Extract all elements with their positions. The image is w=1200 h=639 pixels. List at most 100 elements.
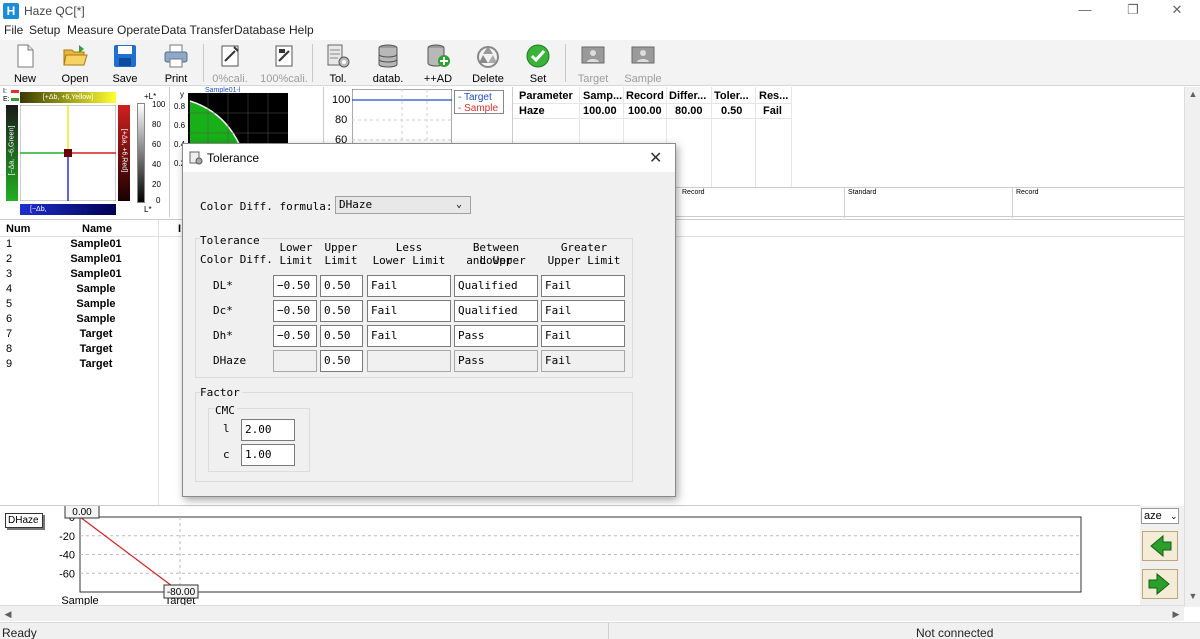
target-button[interactable]: Target	[568, 40, 618, 86]
full-calibration-button[interactable]: 100%cali.	[256, 40, 312, 86]
menu-setup[interactable]: Setup	[29, 23, 60, 37]
factor-l-input[interactable]: 2.00	[241, 419, 295, 441]
compare-header-standard: Standard	[848, 189, 877, 196]
scroll-left-icon[interactable]: ◀	[0, 609, 16, 620]
tolerance-button[interactable]: Tol.	[313, 40, 363, 86]
dl-star-upper-field[interactable]: 0.50	[320, 275, 363, 297]
list-item-num[interactable]: 6	[6, 313, 12, 325]
restore-button[interactable]: ❐	[1110, 0, 1156, 22]
result-cell: 80.00	[675, 105, 703, 117]
list-item-name[interactable]: Target	[60, 358, 132, 370]
dc-star-upper-field[interactable]: 0.50	[320, 300, 363, 322]
list-item-name[interactable]: Target	[60, 343, 132, 355]
sample-person-icon	[631, 46, 655, 64]
dh-star-between-field[interactable]: Pass	[454, 325, 538, 347]
list-item-name[interactable]: Sample	[60, 283, 132, 295]
tolerance-column-header: Limit	[279, 254, 313, 267]
dc-star-greater-field[interactable]: Fail	[541, 300, 625, 322]
dh-star-lower-field[interactable]: −0.50	[273, 325, 317, 347]
sample-button[interactable]: Sample	[618, 40, 668, 86]
vertical-scrollbar[interactable]: ▲ ▼	[1184, 87, 1200, 607]
list-header-name[interactable]: Name	[82, 223, 112, 235]
tolerance-column-header: Upper Limit	[547, 254, 621, 267]
database-button[interactable]: datab.	[363, 40, 413, 86]
menu-database[interactable]: Database	[234, 23, 285, 37]
formula-select[interactable]: DHaze ⌄	[335, 196, 471, 214]
new-button[interactable]: New	[0, 40, 50, 86]
menu-file[interactable]: File	[4, 23, 23, 37]
dc-star-lower-field[interactable]: −0.50	[273, 300, 317, 322]
bottom-chart-panel: DHaze 0-20-40-60SampleTarget0.00-80.00	[0, 505, 1140, 606]
scroll-up-icon[interactable]: ▲	[1185, 89, 1200, 99]
dc-star-less-field[interactable]: Fail	[367, 300, 451, 322]
add-database-button[interactable]: ++AD	[413, 40, 463, 86]
dhaze-lower-field	[273, 350, 317, 372]
list-header-extra[interactable]: I	[178, 223, 181, 235]
dl-star-greater-field[interactable]: Fail	[541, 275, 625, 297]
delete-button[interactable]: Delete	[463, 40, 513, 86]
zero-calibration-button[interactable]: 0%cali.	[205, 40, 255, 86]
y-tick-label: -40	[59, 550, 75, 562]
result-cell: 100.00	[628, 105, 662, 117]
list-item-name[interactable]: Sample	[60, 298, 132, 310]
tolerance-column-header: Less	[395, 241, 423, 254]
list-item-num[interactable]: 5	[6, 298, 12, 310]
menu-measure-operate[interactable]: Measure Operate	[67, 23, 160, 37]
close-window-button[interactable]: ✕	[1154, 0, 1200, 22]
menu-help[interactable]: Help	[289, 23, 314, 37]
result-header-difference[interactable]: Differ...	[669, 90, 706, 102]
tolerance-row-label: DL*	[213, 279, 233, 292]
arrow-left-icon	[1150, 534, 1172, 558]
y-tick-label: -60	[59, 568, 75, 580]
factor-c-input[interactable]: 1.00	[241, 444, 295, 466]
dialog-close-button[interactable]: ✕	[649, 148, 662, 168]
dh-star-upper-field[interactable]: 0.50	[320, 325, 363, 347]
spectrum-y-tick: 0.8	[174, 102, 186, 111]
list-item-num[interactable]: 1	[6, 238, 12, 250]
list-item-name[interactable]: Target	[60, 328, 132, 340]
save-button[interactable]: Save	[100, 40, 150, 86]
result-header-result[interactable]: Res...	[759, 90, 788, 102]
lightness-tick: 40	[152, 160, 161, 169]
dc-star-between-field[interactable]: Qualified	[454, 300, 538, 322]
dhaze-upper-field[interactable]: 0.50	[320, 350, 363, 372]
list-item-name[interactable]: Sample01	[60, 253, 132, 265]
series-selector[interactable]: aze ⌄	[1141, 508, 1179, 524]
open-button[interactable]: Open	[50, 40, 100, 86]
chevron-down-icon: ⌄	[456, 199, 463, 210]
print-button[interactable]: Print	[151, 40, 201, 86]
result-header-tolerance[interactable]: Toler...	[714, 90, 749, 102]
previous-button[interactable]	[1142, 531, 1178, 561]
toolbar-separator	[565, 44, 566, 82]
list-item-num[interactable]: 9	[6, 358, 12, 370]
list-item-num[interactable]: 8	[6, 343, 12, 355]
factor-l-label: l	[223, 422, 230, 435]
scroll-right-icon[interactable]: ▶	[1168, 609, 1184, 620]
result-header-sample[interactable]: Samp...	[583, 90, 622, 102]
dl-star-lower-field[interactable]: −0.50	[273, 275, 317, 297]
menu-data-transfer[interactable]: Data Transfer	[161, 23, 234, 37]
list-item-name[interactable]: Sample01	[60, 238, 132, 250]
horizontal-scrollbar[interactable]: ◀ ▶	[0, 605, 1184, 621]
result-header-parameter[interactable]: Parameter	[519, 90, 573, 102]
formula-select-value: DHaze	[339, 198, 373, 211]
list-item-num[interactable]: 2	[6, 253, 12, 265]
dh-star-greater-field[interactable]: Fail	[541, 325, 625, 347]
list-header-num[interactable]: Num	[6, 223, 30, 235]
set-button[interactable]: Set	[513, 40, 563, 86]
dh-star-less-field[interactable]: Fail	[367, 325, 451, 347]
list-item-num[interactable]: 7	[6, 328, 12, 340]
dhaze-greater-field: Fail	[541, 350, 625, 372]
next-button[interactable]	[1142, 569, 1178, 599]
dl-star-between-field[interactable]: Qualified	[454, 275, 538, 297]
scroll-down-icon[interactable]: ▼	[1185, 591, 1200, 601]
list-item-name[interactable]: Sample	[60, 313, 132, 325]
result-header-record[interactable]: Record	[626, 90, 664, 102]
color-diff-row-header: Color Diff.	[200, 253, 273, 266]
dl-star-less-field[interactable]: Fail	[367, 275, 451, 297]
list-item-num[interactable]: 4	[6, 283, 12, 295]
list-item-num[interactable]: 3	[6, 268, 12, 280]
list-item-name[interactable]: Sample01	[60, 268, 132, 280]
minimize-button[interactable]: —	[1062, 0, 1108, 22]
red-axis-label: [+Δa, +6,Red]	[120, 128, 128, 173]
